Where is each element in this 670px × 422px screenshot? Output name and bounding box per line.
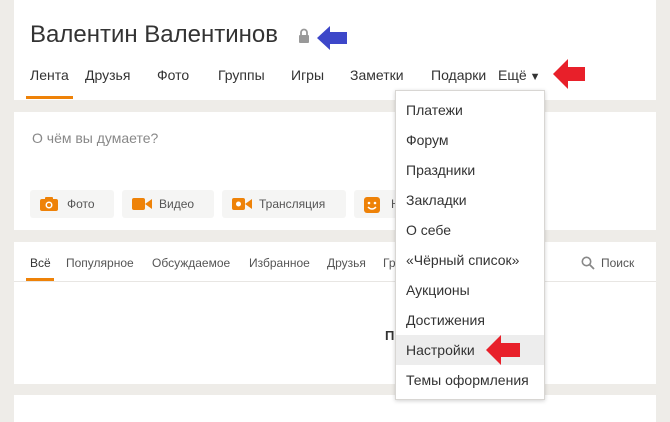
feed-tab-favorites[interactable]: Избранное: [249, 256, 310, 270]
post-composer: О чём вы думаете? Фото Видео Трансляция …: [14, 112, 656, 230]
menu-item-auctions[interactable]: Аукционы: [396, 275, 544, 305]
chevron-down-icon: ▼: [529, 71, 541, 83]
post-input[interactable]: О чём вы думаете?: [32, 130, 158, 146]
search-icon: [581, 256, 595, 270]
annotation-arrow-red-icon: [486, 335, 520, 365]
tab-friends[interactable]: Друзья: [85, 67, 130, 83]
feed-tab-groups[interactable]: Гр: [383, 256, 396, 270]
tab-more[interactable]: Ещё ▼: [498, 67, 541, 83]
feed-content-fragment: П: [385, 328, 395, 343]
broadcast-button[interactable]: Трансляция: [222, 190, 346, 218]
feed-tab-friends[interactable]: Друзья: [327, 256, 366, 270]
feed-panel: Всё Популярное Обсуждаемое Избранное Дру…: [14, 242, 656, 384]
tab-notes[interactable]: Заметки: [350, 67, 404, 83]
lock-icon: [299, 28, 309, 43]
video-camera-icon: [132, 197, 152, 211]
feed-tab-discussed[interactable]: Обсуждаемое: [152, 256, 230, 270]
profile-name: Валентин Валентинов: [30, 21, 278, 48]
photo-button[interactable]: Фото: [30, 190, 114, 218]
feed-tab-all[interactable]: Всё: [30, 256, 51, 270]
tab-groups[interactable]: Группы: [218, 67, 265, 83]
tab-photos[interactable]: Фото: [157, 67, 189, 83]
camera-icon: [40, 197, 58, 211]
next-card: [14, 395, 656, 422]
annotation-arrow-red-icon: [553, 59, 585, 89]
active-tab-indicator: [26, 96, 73, 99]
menu-item-forum[interactable]: Форум: [396, 125, 544, 155]
menu-item-settings[interactable]: Настройки: [396, 335, 544, 365]
menu-item-payments[interactable]: Платежи: [396, 95, 544, 125]
more-dropdown-menu: Платежи Форум Праздники Закладки О себе …: [395, 90, 545, 400]
menu-item-about[interactable]: О себе: [396, 215, 544, 245]
menu-item-themes[interactable]: Темы оформления: [396, 365, 544, 395]
broadcast-button-label: Трансляция: [259, 197, 326, 211]
smiley-icon: [364, 197, 382, 213]
feed-search[interactable]: Поиск: [581, 256, 634, 270]
feed-tab-popular[interactable]: Популярное: [66, 256, 134, 270]
photo-button-label: Фото: [67, 197, 95, 211]
menu-item-achievements[interactable]: Достижения: [396, 305, 544, 335]
menu-item-holidays[interactable]: Праздники: [396, 155, 544, 185]
menu-item-blacklist[interactable]: «Чёрный список»: [396, 245, 544, 275]
divider: [14, 281, 656, 282]
menu-item-bookmarks[interactable]: Закладки: [396, 185, 544, 215]
broadcast-icon: [232, 197, 252, 211]
video-button-label: Видео: [159, 197, 195, 211]
annotation-arrow-blue-icon: [317, 26, 347, 50]
tab-games[interactable]: Игры: [291, 67, 324, 83]
tab-feed[interactable]: Лента: [30, 67, 69, 83]
tab-gifts[interactable]: Подарки: [431, 67, 486, 83]
tab-more-label: Ещё: [498, 67, 527, 83]
video-button[interactable]: Видео: [122, 190, 214, 218]
search-label: Поиск: [601, 256, 635, 270]
